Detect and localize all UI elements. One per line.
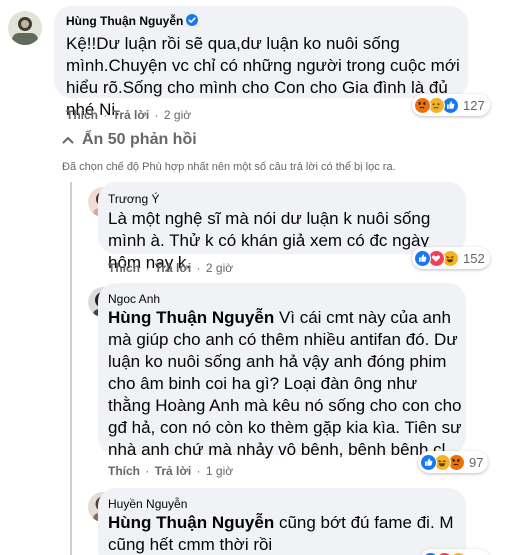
avatar[interactable]: [8, 11, 42, 45]
mention-tag[interactable]: Hùng Thuận Nguyễn: [108, 308, 274, 327]
reply-button[interactable]: Trả lời: [155, 464, 192, 478]
reply-time[interactable]: 2 giờ: [206, 261, 233, 275]
reaction-summary[interactable]: 152: [412, 247, 490, 269]
hide-replies-label: Ẩn 50 phản hồi: [82, 131, 197, 148]
reply-author[interactable]: Trương Ý: [108, 192, 159, 206]
reply-actions: Thích · Trả lời · 2 giờ: [108, 261, 234, 275]
angry-reaction-icon: [414, 96, 431, 114]
reply-author[interactable]: Huyền Nguyễn: [108, 497, 187, 511]
like-reaction-icon: [420, 453, 437, 471]
reply-text: Hùng Thuận Nguyễn Vì cái cmt này của anh…: [108, 307, 462, 461]
reply-button[interactable]: Trả lời: [113, 108, 150, 122]
filter-notice: Đã chọn chế độ Phù hợp nhất nên một số c…: [62, 161, 396, 173]
comment-actions: Thích · Trả lời · 2 giờ: [66, 108, 192, 122]
hide-replies-button[interactable]: Ẩn 50 phản hồi: [62, 131, 197, 149]
reply-text: Hùng Thuận Nguyễn cũng bớt đú fame đi. M…: [108, 512, 462, 555]
like-reaction-icon: [422, 551, 439, 555]
like-button[interactable]: Thích: [108, 464, 140, 478]
reaction-count: 97: [469, 454, 484, 470]
love-reaction-icon: [436, 551, 453, 555]
author-name[interactable]: Hùng Thuận Nguyễn: [66, 14, 183, 28]
reaction-summary-partial[interactable]: [420, 549, 490, 555]
reply-button[interactable]: Trả lời: [155, 261, 192, 275]
verified-badge-icon: [186, 14, 199, 26]
mention-tag[interactable]: Hùng Thuận Nguyễn: [108, 513, 274, 532]
like-button[interactable]: Thích: [108, 261, 140, 275]
reply-time[interactable]: 1 giờ: [206, 464, 233, 478]
reply-body: Vì cái cmt này của anh mà giúp cho anh c…: [108, 308, 462, 459]
reaction-count: 152: [463, 250, 485, 266]
chevron-up-icon: [62, 137, 74, 144]
reply-author[interactable]: Ngoc Anh: [108, 292, 160, 306]
reaction-count: 127: [463, 97, 485, 113]
comment-author[interactable]: Hùng Thuận Nguyễn: [66, 14, 199, 28]
reaction-summary[interactable]: 127: [412, 94, 490, 116]
reply-actions: Thích · Trả lời · 1 giờ: [108, 464, 234, 478]
like-button[interactable]: Thích: [66, 108, 98, 122]
comment-time[interactable]: 2 giờ: [164, 108, 191, 122]
reaction-summary[interactable]: 97: [418, 451, 489, 473]
haha-reaction-icon: [450, 551, 467, 555]
like-reaction-icon: [414, 249, 431, 267]
thread-line: [70, 182, 72, 555]
